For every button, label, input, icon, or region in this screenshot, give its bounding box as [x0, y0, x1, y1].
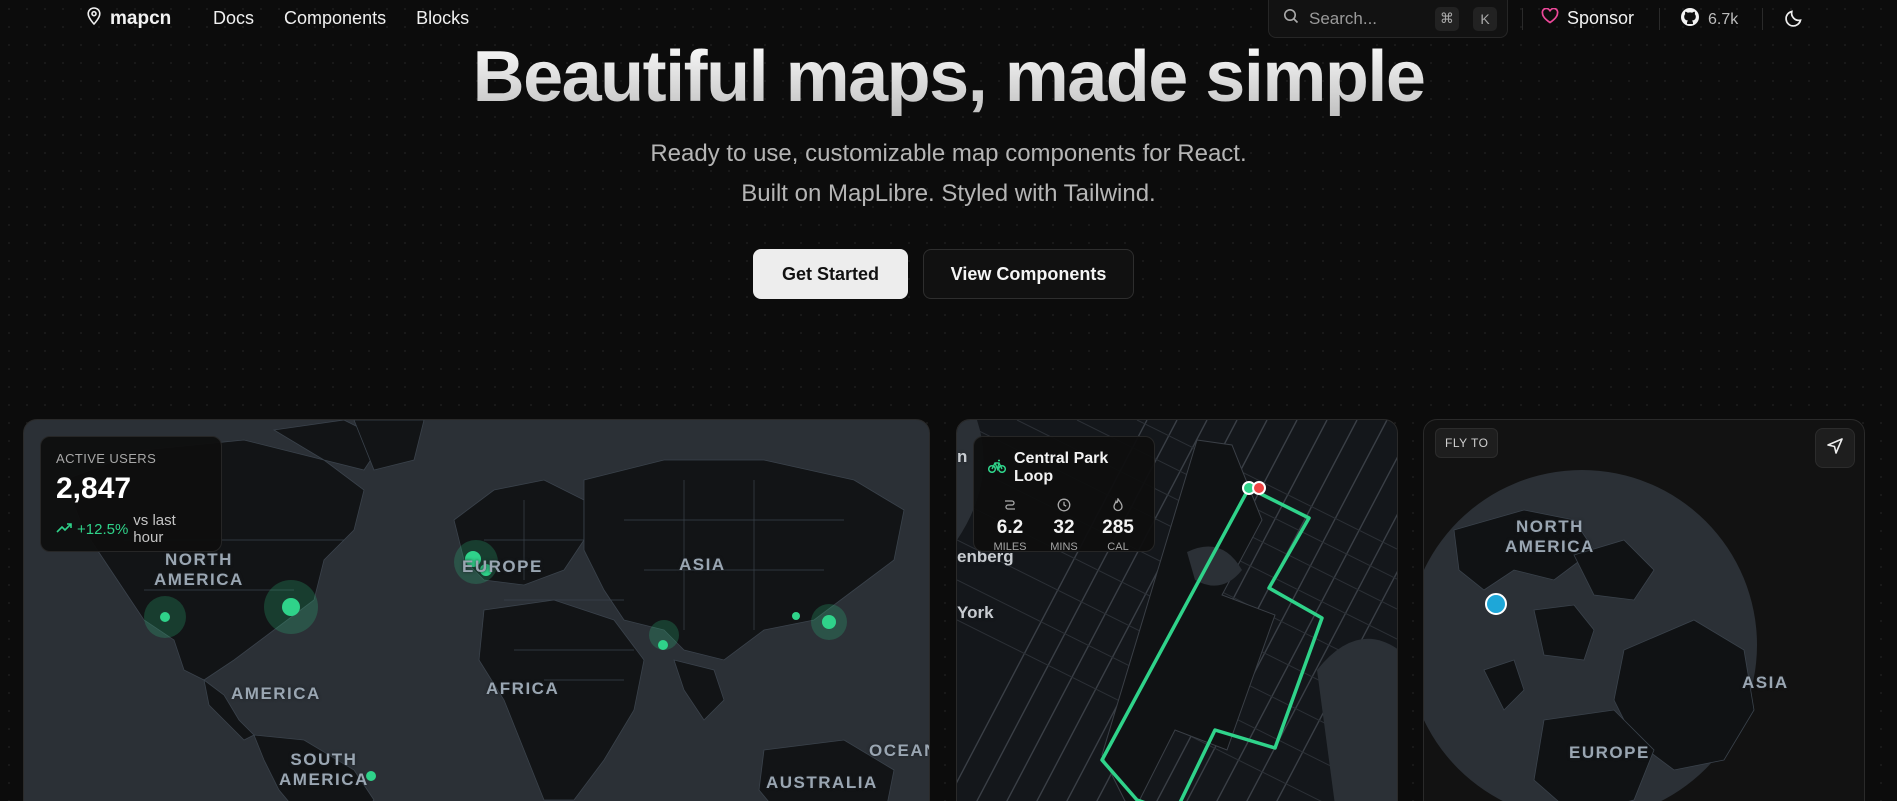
active-users-change-suffix: vs last hour: [133, 512, 176, 546]
label-north-america: NORTH AMERICA: [154, 550, 244, 589]
label-europe: EUROPE: [462, 557, 543, 576]
stat-calories: 285 CAL: [1096, 497, 1140, 553]
route-map-card[interactable]: n enberg York Central Park Loop 6.2 MILE…: [956, 419, 1398, 801]
stat-duration: 32 MINS: [1042, 498, 1086, 553]
nav-link-blocks[interactable]: Blocks: [416, 8, 469, 29]
search-icon: [1283, 8, 1299, 29]
nav-link-components[interactable]: Components: [284, 8, 386, 29]
heart-icon: [1541, 7, 1559, 29]
active-users-panel: ACTIVE USERS 2,847 +12.5% vs last hour: [40, 436, 222, 552]
nav-links: Docs Components Blocks: [213, 8, 469, 29]
trending-up-icon: [56, 521, 72, 538]
hero-subtitle-line1: Ready to use, customizable map component…: [650, 140, 1247, 167]
route-end-marker[interactable]: [1252, 481, 1266, 495]
theme-toggle-moon-icon[interactable]: [1783, 7, 1805, 34]
view-components-button[interactable]: View Components: [923, 249, 1134, 299]
fly-to-globe-card[interactable]: NORTH AMERICA ASIA EUROPE FLY TO: [1423, 419, 1865, 801]
bike-icon: [987, 459, 1007, 478]
route-panel: Central Park Loop 6.2 MILES 32 MINS 285 …: [973, 436, 1155, 553]
stat-unit: MILES: [993, 541, 1027, 553]
stat-value: 6.2: [996, 517, 1024, 538]
route-icon: [1003, 499, 1017, 516]
navigate-button[interactable]: [1815, 428, 1855, 468]
divider: [1762, 8, 1763, 30]
fly-to-location-marker[interactable]: [1485, 593, 1507, 615]
label-asia: ASIA: [679, 555, 726, 574]
get-started-button[interactable]: Get Started: [753, 249, 908, 299]
search-input[interactable]: Search... ⌘ K: [1268, 0, 1508, 38]
stat-unit: CAL: [1107, 541, 1129, 553]
command-key: ⌘: [1435, 6, 1459, 31]
label-north-america: NORTH AMERICA: [1505, 517, 1595, 556]
map-pin-icon: [86, 7, 102, 31]
stat-value: 32: [1053, 517, 1075, 538]
label-n: n: [957, 447, 968, 466]
github-stars: 6.7k: [1708, 10, 1739, 28]
github-icon: [1680, 7, 1700, 32]
github-link[interactable]: 6.7k: [1680, 7, 1738, 32]
activity-dot[interactable]: [822, 615, 836, 629]
activity-dot[interactable]: [160, 612, 170, 622]
activity-dot[interactable]: [792, 612, 800, 620]
k-key: K: [1473, 6, 1497, 31]
navigation-arrow-icon: [1826, 437, 1844, 460]
stat-unit: MINS: [1050, 541, 1078, 553]
label-ocean: OCEAN: [869, 741, 929, 760]
active-users-value: 2,847: [56, 472, 132, 505]
label-asia: ASIA: [1742, 673, 1789, 692]
clock-icon: [1057, 498, 1071, 516]
active-users-map-card[interactable]: NORTH AMERICA EUROPE ASIA AMERICA AFRICA…: [23, 419, 930, 801]
sponsor-label: Sponsor: [1567, 8, 1635, 28]
divider: [1659, 8, 1660, 30]
fly-to-label: FLY TO: [1435, 428, 1499, 458]
hero-subtitle-line2: Built on MapLibre. Styled with Tailwind.: [741, 180, 1156, 207]
brand-logo[interactable]: mapcn: [86, 7, 171, 31]
flame-icon: [1111, 497, 1125, 516]
top-nav: mapcn Docs Components Blocks Search... ⌘…: [0, 0, 1897, 38]
active-users-change: +12.5%: [77, 520, 129, 538]
sponsor-button[interactable]: Sponsor: [1541, 7, 1635, 29]
stat-distance: 6.2 MILES: [988, 498, 1032, 553]
label-australia: AUSTRALIA: [766, 773, 878, 792]
activity-dot[interactable]: [658, 640, 668, 650]
activity-dot[interactable]: [282, 598, 300, 616]
label-south-america: SOUTH AMERICA: [279, 750, 369, 789]
route-title: Central Park Loop: [1014, 450, 1109, 485]
stat-value: 285: [1102, 517, 1134, 538]
search-placeholder: Search...: [1309, 8, 1378, 28]
label-york: York: [957, 603, 994, 622]
hero-title: Beautiful maps, made simple: [0, 36, 1897, 118]
label-america: AMERICA: [231, 684, 321, 703]
active-users-label: ACTIVE USERS: [56, 451, 157, 466]
nav-link-docs[interactable]: Docs: [213, 8, 254, 29]
brand-name: mapcn: [110, 8, 172, 29]
label-africa: AFRICA: [486, 679, 560, 698]
divider: [1522, 8, 1523, 30]
label-europe: EUROPE: [1569, 743, 1650, 762]
